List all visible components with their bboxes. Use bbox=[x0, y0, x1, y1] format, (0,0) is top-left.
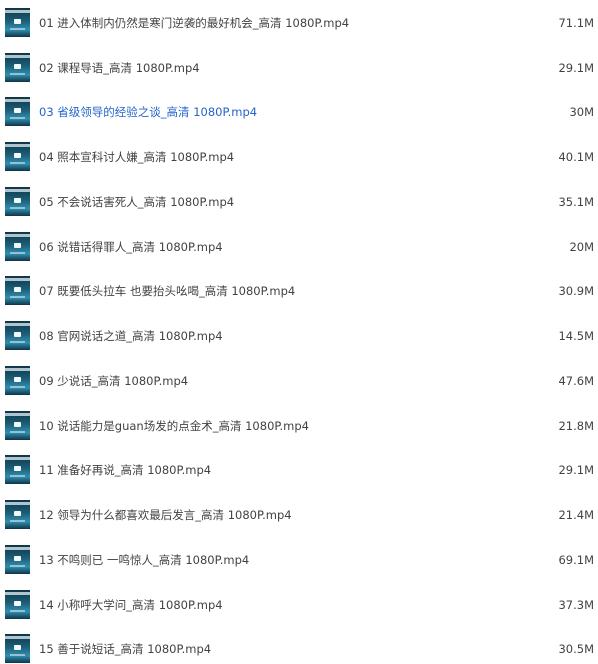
video-thumbnail-icon bbox=[5, 187, 30, 216]
video-thumbnail-icon bbox=[5, 276, 30, 305]
file-size: 40.1M bbox=[558, 150, 594, 164]
file-name: 12 领导为什么都喜欢最后发言_高清 1080P.mp4 bbox=[39, 508, 292, 522]
file-size: 29.1M bbox=[558, 61, 594, 75]
file-row-selected[interactable]: 03 省级领导的经验之谈_高清 1080P.mp4 30M bbox=[0, 97, 598, 127]
file-row[interactable]: 13 不鸣则已 一鸣惊人_高清 1080P.mp4 69.1M bbox=[0, 545, 598, 575]
video-thumbnail-icon bbox=[5, 455, 30, 484]
file-size: 29.1M bbox=[558, 463, 594, 477]
file-row[interactable]: 08 官网说话之道_高清 1080P.mp4 14.5M bbox=[0, 321, 598, 351]
file-name: 10 说话能力是guan场发的点金术_高清 1080P.mp4 bbox=[39, 419, 310, 433]
video-thumbnail-icon bbox=[5, 411, 30, 440]
file-row[interactable]: 07 既要低头拉车 也要抬头吆喝_高清 1080P.mp4 30.9M bbox=[0, 276, 598, 306]
file-size: 20M bbox=[569, 240, 594, 254]
file-name: 11 准备好再说_高清 1080P.mp4 bbox=[39, 463, 212, 477]
file-row[interactable]: 05 不会说话害死人_高清 1080P.mp4 35.1M bbox=[0, 187, 598, 217]
file-size: 21.8M bbox=[558, 419, 594, 433]
file-name: 03 省级领导的经验之谈_高清 1080P.mp4 bbox=[39, 105, 258, 119]
video-thumbnail-icon bbox=[5, 500, 30, 529]
file-row[interactable]: 12 领导为什么都喜欢最后发言_高清 1080P.mp4 21.4M bbox=[0, 500, 598, 530]
file-row[interactable]: 15 善于说短话_高清 1080P.mp4 30.5M bbox=[0, 634, 598, 664]
file-name: 06 说错话得罪人_高清 1080P.mp4 bbox=[39, 240, 223, 254]
file-size: 30.9M bbox=[558, 284, 594, 298]
file-size: 14.5M bbox=[558, 329, 594, 343]
file-row[interactable]: 04 照本宣科讨人嫌_高清 1080P.mp4 40.1M bbox=[0, 142, 598, 172]
file-size: 71.1M bbox=[558, 16, 594, 30]
video-thumbnail-icon bbox=[5, 232, 30, 261]
file-row[interactable]: 02 课程导语_高清 1080P.mp4 29.1M bbox=[0, 53, 598, 83]
file-row[interactable]: 10 说话能力是guan场发的点金术_高清 1080P.mp4 21.8M bbox=[0, 411, 598, 441]
file-row[interactable]: 01 进入体制内仍然是寒门逆袭的最好机会_高清 1080P.mp4 71.1M bbox=[0, 8, 598, 38]
video-thumbnail-icon bbox=[5, 366, 30, 395]
video-thumbnail-icon bbox=[5, 53, 30, 82]
file-size: 21.4M bbox=[558, 508, 594, 522]
file-size: 35.1M bbox=[558, 195, 594, 209]
video-thumbnail-icon bbox=[5, 545, 30, 574]
video-thumbnail-icon bbox=[5, 142, 30, 171]
file-name: 04 照本宣科讨人嫌_高清 1080P.mp4 bbox=[39, 150, 235, 164]
file-name: 07 既要低头拉车 也要抬头吆喝_高清 1080P.mp4 bbox=[39, 284, 296, 298]
file-name: 01 进入体制内仍然是寒门逆袭的最好机会_高清 1080P.mp4 bbox=[39, 16, 350, 30]
file-size: 47.6M bbox=[558, 374, 594, 388]
file-row[interactable]: 11 准备好再说_高清 1080P.mp4 29.1M bbox=[0, 455, 598, 485]
video-thumbnail-icon bbox=[5, 634, 30, 663]
file-name: 02 课程导语_高清 1080P.mp4 bbox=[39, 61, 200, 75]
video-thumbnail-icon bbox=[5, 8, 30, 37]
file-name: 05 不会说话害死人_高清 1080P.mp4 bbox=[39, 195, 235, 209]
file-row[interactable]: 09 少说话_高清 1080P.mp4 47.6M bbox=[0, 366, 598, 396]
file-name: 14 小称呼大学问_高清 1080P.mp4 bbox=[39, 598, 223, 612]
file-row[interactable]: 14 小称呼大学问_高清 1080P.mp4 37.3M bbox=[0, 590, 598, 620]
video-thumbnail-icon bbox=[5, 321, 30, 350]
file-size: 37.3M bbox=[558, 598, 594, 612]
file-row[interactable]: 06 说错话得罪人_高清 1080P.mp4 20M bbox=[0, 232, 598, 262]
file-name: 08 官网说话之道_高清 1080P.mp4 bbox=[39, 329, 223, 343]
file-size: 69.1M bbox=[558, 553, 594, 567]
file-name: 15 善于说短话_高清 1080P.mp4 bbox=[39, 642, 212, 656]
file-size: 30M bbox=[569, 105, 594, 119]
file-name: 13 不鸣则已 一鸣惊人_高清 1080P.mp4 bbox=[39, 553, 250, 567]
file-name: 09 少说话_高清 1080P.mp4 bbox=[39, 374, 189, 388]
video-thumbnail-icon bbox=[5, 97, 30, 126]
file-size: 30.5M bbox=[558, 642, 594, 656]
video-thumbnail-icon bbox=[5, 590, 30, 619]
